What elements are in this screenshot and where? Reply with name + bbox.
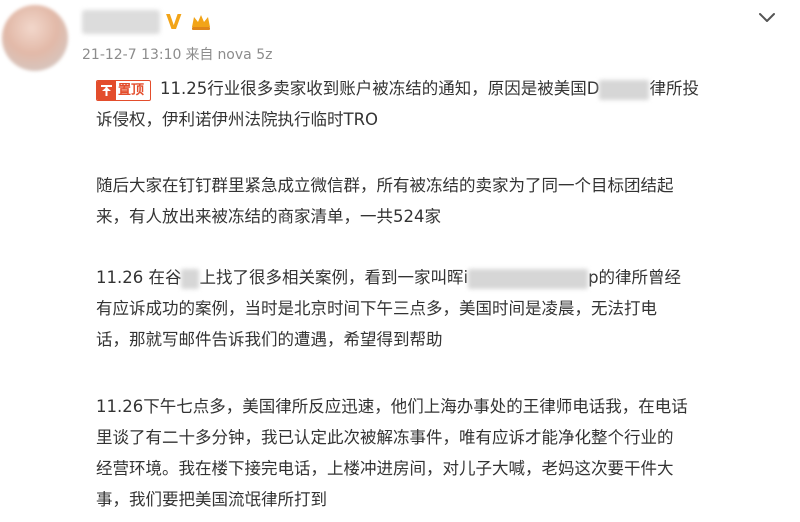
paragraph-4-line-4: 事，我们要把美国流氓律所打到: [96, 484, 327, 515]
post-date: 21-12-7 13:10: [82, 47, 182, 63]
paragraph-1-line-1: 11.25行业很多卖家收到账户被冻结的通知，原因是被美国D 律所投: [160, 73, 699, 104]
paragraph-2-line-2: 来，有人放出来被冻结的商家清单，一共524家: [96, 201, 441, 232]
text: 诉侵权，伊利诺伊州法院执行临时TRO: [96, 110, 379, 129]
text: 律所投: [649, 79, 699, 98]
text: 11.26 在谷: [96, 268, 182, 287]
text: 事，我们要把美国流氓律所打到: [96, 490, 327, 509]
avatar[interactable]: [2, 5, 68, 71]
username-blurred[interactable]: [82, 10, 160, 34]
text: 经营环境。我在楼下接完电话，上楼冲进房间，对儿子大喊，老妈这次要干件大: [96, 459, 674, 478]
paragraph-3-line-1: 11.26 在谷 上找了很多相关案例，看到一家叫晖i p的律所曾经: [96, 262, 681, 293]
chevron-down-icon[interactable]: [756, 6, 778, 28]
text: 随后大家在钉钉群里紧急成立微信群，所有被冻结的卖家为了同一个目标团结起: [96, 176, 674, 195]
post-source-prefix: 来自: [185, 47, 214, 63]
text: 里谈了有二十多分钟，我已认定此次被解冻事件，唯有应诉才能净化整个行业的: [96, 428, 674, 447]
paragraph-1-line-2: 诉侵权，伊利诺伊州法院执行临时TRO: [96, 104, 378, 135]
redacted-firm-name: [468, 268, 589, 289]
text: 上找了很多相关案例，看到一家叫晖i: [199, 268, 469, 287]
redacted-name: [599, 79, 650, 100]
paragraph-2-line-1: 随后大家在钉钉群里紧急成立微信群，所有被冻结的卖家为了同一个目标团结起: [96, 170, 674, 201]
paragraph-4-line-3: 经营环境。我在楼下接完电话，上楼冲进房间，对儿子大喊，老妈这次要干件大: [96, 453, 674, 484]
paragraph-3-line-2: 有应诉成功的案例，当时是北京时间下午三点多，美国时间是凌晨，无法打电: [96, 293, 657, 324]
verified-icon: V: [166, 10, 182, 34]
weibo-post: V 21-12-7 13:10 来自 nova 5z 置顶 11.25行业很多卖家收…: [0, 0, 800, 522]
pinned-label: 置顶: [118, 83, 145, 98]
text: 11.26下午七点多，美国律所反应迅速，他们上海办事处的王律师电话我，在电话: [96, 397, 688, 416]
vip-crown-icon: [192, 15, 210, 30]
pin-icon: [97, 81, 116, 100]
text: 来，有人放出来被冻结的商家清单，一共524家: [96, 207, 441, 226]
text: p的律所曾经: [588, 268, 682, 287]
paragraph-4-line-2: 里谈了有二十多分钟，我已认定此次被解冻事件，唯有应诉才能净化整个行业的: [96, 422, 674, 453]
text: 话，那就写邮件告诉我们的遭遇，希望得到帮助: [96, 330, 443, 349]
pinned-badge: 置顶: [96, 80, 151, 101]
redacted-word: [181, 268, 200, 289]
paragraph-4-line-1: 11.26下午七点多，美国律所反应迅速，他们上海办事处的王律师电话我，在电话: [96, 391, 688, 422]
post-device[interactable]: nova 5z: [217, 47, 272, 63]
text: 有应诉成功的案例，当时是北京时间下午三点多，美国时间是凌晨，无法打电: [96, 299, 657, 318]
text: 11.25行业很多卖家收到账户被冻结的通知，原因是被美国D: [160, 79, 600, 98]
post-meta: 21-12-7 13:10 来自 nova 5z: [82, 44, 276, 64]
paragraph-3-line-3: 话，那就写邮件告诉我们的遭遇，希望得到帮助: [96, 324, 443, 355]
